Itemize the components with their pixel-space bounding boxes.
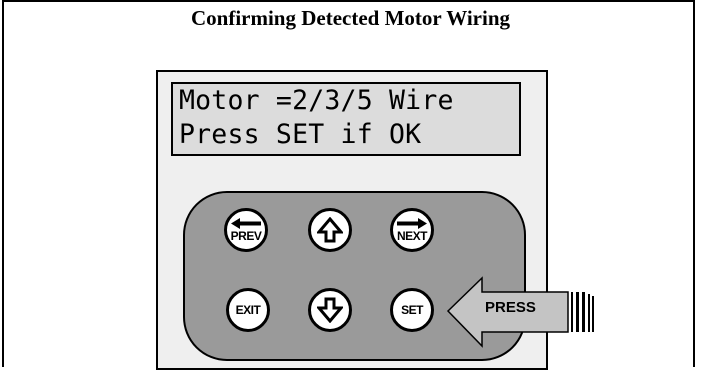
next-button[interactable]: NEXT	[390, 208, 434, 252]
lcd-display: Motor =2/3/5 Wire Press SET if OK	[171, 82, 521, 156]
prev-button[interactable]: PREV	[224, 208, 268, 252]
figure-title: Confirming Detected Motor Wiring	[190, 6, 511, 30]
prev-label: PREV	[230, 228, 262, 243]
left-arrow-icon	[231, 217, 261, 229]
lcd-line-2: Press SET if OK	[179, 119, 422, 150]
press-arrow-icon	[446, 276, 594, 348]
set-button[interactable]: SET	[390, 288, 434, 332]
down-button[interactable]	[308, 288, 352, 332]
right-arrow-icon	[396, 217, 427, 229]
down-arrow-icon	[317, 297, 343, 323]
next-label: NEXT	[396, 228, 428, 243]
exit-label: EXIT	[235, 303, 261, 317]
exit-button[interactable]: EXIT	[226, 288, 270, 332]
up-button[interactable]	[308, 208, 352, 252]
set-label: SET	[401, 303, 423, 317]
up-arrow-icon	[317, 217, 343, 243]
lcd-line-1: Motor =2/3/5 Wire	[179, 85, 454, 116]
press-label: PRESS	[485, 299, 536, 316]
